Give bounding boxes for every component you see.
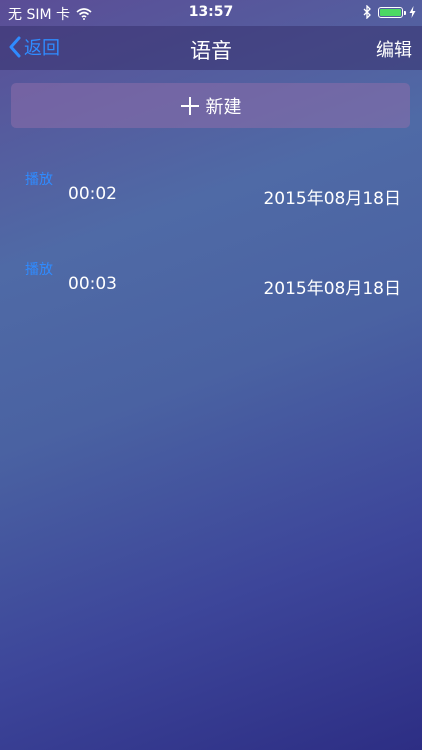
charging-bolt-icon [409, 6, 416, 18]
plus-icon [180, 96, 200, 116]
bluetooth-icon [363, 5, 371, 19]
record-date: 2015年08月18日 [263, 189, 401, 209]
battery-fill [380, 8, 401, 16]
navigation-bar: 返回 语音 编辑 [0, 26, 422, 70]
record-duration: 00:02 [68, 184, 117, 204]
record-duration: 00:03 [68, 274, 117, 294]
battery-tip [404, 10, 406, 15]
new-recording-button[interactable]: 新建 [11, 83, 410, 128]
list-item: 播放 00:02 2015年08月18日 [0, 169, 422, 229]
status-time: 13:57 [188, 4, 234, 20]
page-title: 语音 [190, 39, 232, 63]
play-button[interactable]: 播放 [25, 169, 53, 189]
edit-button[interactable]: 编辑 [376, 36, 412, 62]
play-button[interactable]: 播放 [25, 259, 53, 279]
list-item: 播放 00:03 2015年08月18日 [0, 259, 422, 319]
new-recording-label: 新建 [205, 96, 242, 118]
status-bar: 无 SIM 卡 13:57 [0, 0, 422, 26]
status-right [363, 5, 416, 19]
battery-icon [378, 6, 406, 18]
record-date: 2015年08月18日 [263, 279, 401, 299]
